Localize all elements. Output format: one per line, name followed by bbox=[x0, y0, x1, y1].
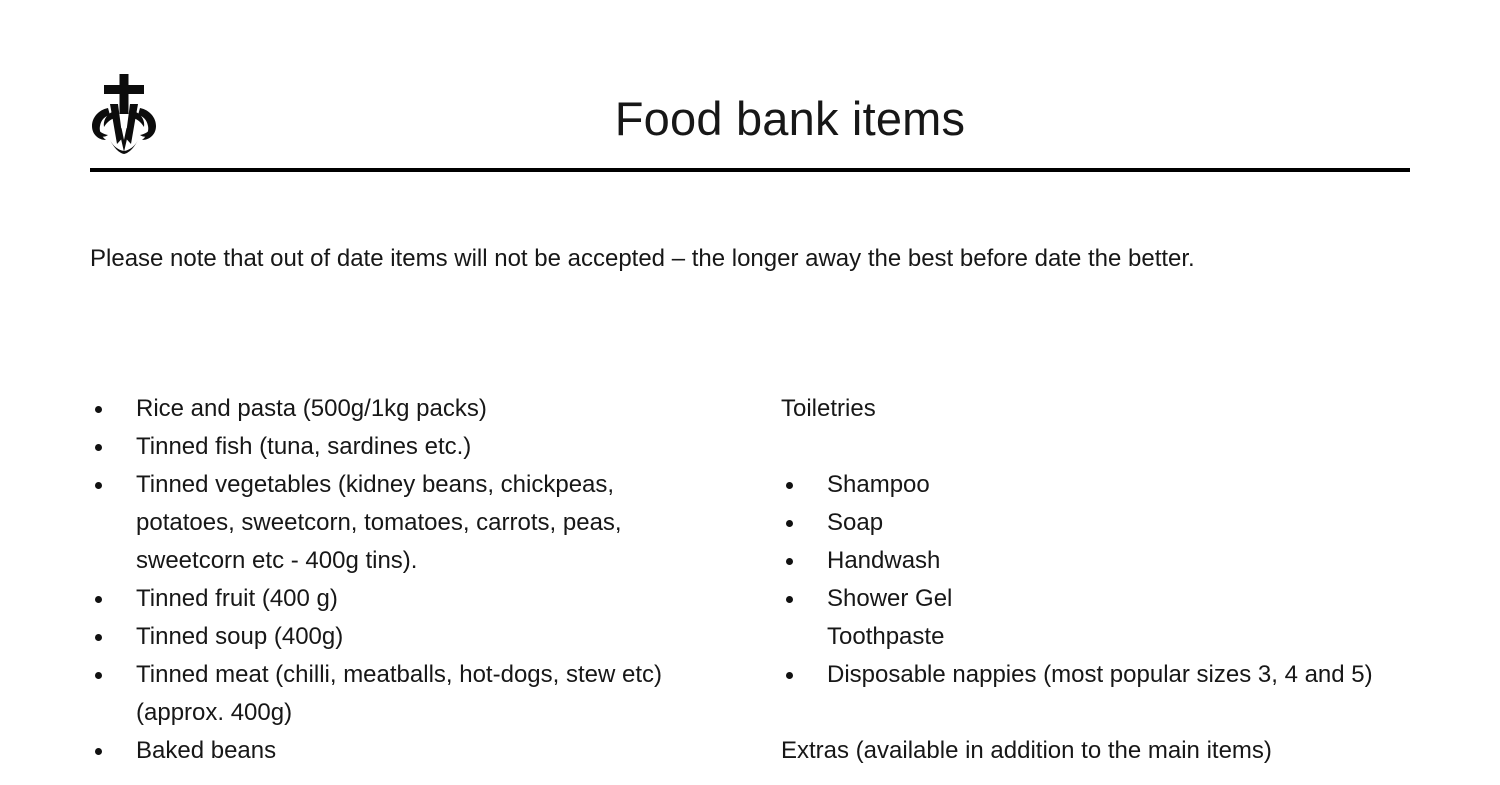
right-column: Toiletries Shampoo Soap Handwash Shower … bbox=[781, 390, 1401, 770]
intro-paragraph: Please note that out of date items will … bbox=[90, 245, 1195, 272]
list-item: Handwash bbox=[781, 542, 1401, 580]
toiletries-items-list: Shampoo Soap Handwash Shower Gel Toothpa… bbox=[781, 466, 1401, 694]
list-item: Tinned meat (chilli, meatballs, hot-dogs… bbox=[90, 656, 710, 732]
list-item: Toothpaste bbox=[827, 623, 945, 650]
extras-heading: Extras (available in addition to the mai… bbox=[781, 737, 1272, 764]
list-item: Tinned fruit (400 g) bbox=[90, 580, 710, 618]
list-item: Tinned vegetables (kidney beans, chickpe… bbox=[90, 466, 710, 580]
list-item: Baked beans bbox=[90, 732, 710, 770]
header-divider bbox=[90, 168, 1410, 172]
list-item: Soap bbox=[781, 504, 1401, 542]
left-column: Rice and pasta (500g/1kg packs) Tinned f… bbox=[90, 390, 710, 770]
toiletries-heading: Toiletries bbox=[781, 395, 876, 422]
list-item: Tinned fish (tuna, sardines etc.) bbox=[90, 428, 710, 466]
food-items-list: Rice and pasta (500g/1kg packs) Tinned f… bbox=[90, 390, 710, 770]
page-title: Food bank items bbox=[614, 92, 966, 145]
list-item: Disposable nappies (most popular sizes 3… bbox=[781, 656, 1401, 694]
list-item: Shampoo bbox=[781, 466, 1401, 504]
list-item: Shower Gel bbox=[781, 580, 1401, 618]
list-item: Rice and pasta (500g/1kg packs) bbox=[90, 390, 710, 428]
list-item: Tinned soup (400g) bbox=[90, 618, 710, 656]
document-header: Food bank items bbox=[0, 0, 1500, 175]
marian-cross-monogram-logo-icon bbox=[88, 72, 160, 164]
